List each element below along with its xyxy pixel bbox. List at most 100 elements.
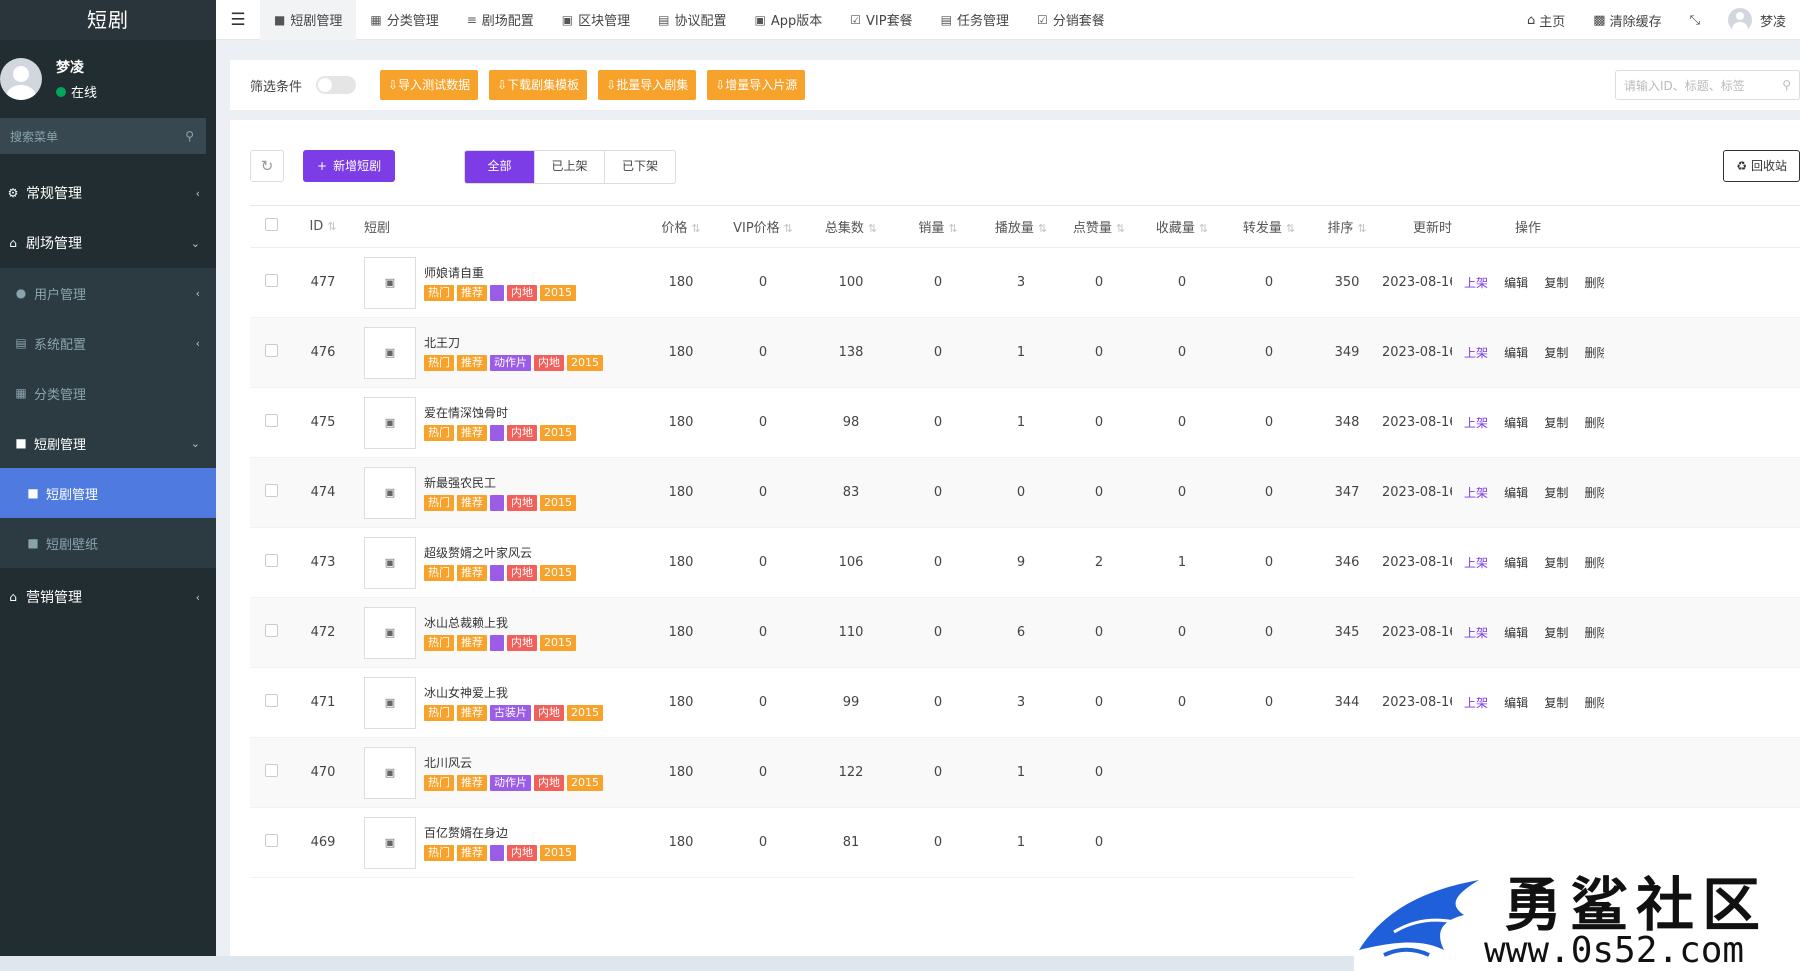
tab-agreement[interactable]: ▤ 协议配置 <box>644 0 740 40</box>
tab-theater-config[interactable]: ≡ 剧场配置 <box>453 0 548 40</box>
delete-button[interactable]: 删除 <box>1584 626 1604 640</box>
list-button[interactable]: 上架 <box>1464 416 1488 430</box>
clear-cache-button[interactable]: ▩ 清除缓存 <box>1579 11 1675 30</box>
sidebar-item-marketing[interactable]: ⌂ 营销管理 ‹ <box>0 572 216 622</box>
select-all-checkbox[interactable] <box>250 218 292 235</box>
tab-listed[interactable]: 已上架 <box>535 151 605 183</box>
menu-toggle-icon[interactable]: ☰ <box>216 10 260 30</box>
col-sales[interactable]: 销量 ⇅ <box>894 217 982 236</box>
cover-image-icon[interactable]: ▣ <box>364 536 416 589</box>
copy-button[interactable]: 复制 <box>1544 696 1568 710</box>
row-checkbox[interactable] <box>250 554 292 571</box>
search-icon[interactable]: ⚲ <box>185 129 194 143</box>
incremental-import-button[interactable]: ⇩增量导入片源 <box>707 70 806 100</box>
cover-image-icon[interactable]: ▣ <box>364 746 416 799</box>
sidebar-item-wallpaper[interactable]: ■ 短剧壁纸 <box>0 518 216 568</box>
row-checkbox[interactable] <box>250 764 292 781</box>
recycle-bin-button[interactable]: ♻ 回收站 <box>1723 150 1800 182</box>
cover-image-icon[interactable]: ▣ <box>364 396 416 449</box>
import-test-data-button[interactable]: ⇩导入测试数据 <box>380 70 479 100</box>
tab-unlisted[interactable]: 已下架 <box>605 151 675 183</box>
col-share[interactable]: 转发量 ⇅ <box>1226 217 1312 236</box>
row-checkbox[interactable] <box>250 694 292 711</box>
row-checkbox[interactable] <box>250 624 292 641</box>
download-template-button[interactable]: ⇩下载剧集模板 <box>489 70 588 100</box>
col-id[interactable]: ID ⇅ <box>292 219 354 234</box>
sidebar-item-theater[interactable]: ⌂ 剧场管理 ⌄ <box>0 218 216 268</box>
copy-button[interactable]: 复制 <box>1544 626 1568 640</box>
col-updated[interactable]: 更新时 <box>1382 217 1452 236</box>
home-link[interactable]: ⌂ 主页 <box>1513 11 1579 30</box>
row-checkbox[interactable] <box>250 274 292 291</box>
tab-all[interactable]: 全部 <box>465 151 535 183</box>
user-menu[interactable]: 梦凌 <box>1714 8 1800 32</box>
sidebar-item-drama-group[interactable]: ■ 短剧管理 ⌄ <box>0 418 216 468</box>
edit-button[interactable]: 编辑 <box>1504 276 1528 290</box>
col-price[interactable]: 价格 ⇅ <box>644 217 718 236</box>
cover-image-icon[interactable]: ▣ <box>364 606 416 659</box>
row-checkbox[interactable] <box>250 344 292 361</box>
col-vip-price[interactable]: VIP价格 ⇅ <box>718 217 808 236</box>
refresh-button[interactable]: ↻ <box>250 150 284 182</box>
cover-image-icon[interactable]: ▣ <box>364 816 416 869</box>
brand-title[interactable]: 短剧 <box>0 0 216 40</box>
copy-button[interactable]: 复制 <box>1544 346 1568 360</box>
tab-distribution[interactable]: ☑ 分销套餐 <box>1023 0 1119 40</box>
fullscreen-icon[interactable]: ⤡ <box>1676 13 1714 28</box>
tab-app-version[interactable]: ▣ App版本 <box>741 0 837 40</box>
edit-button[interactable]: 编辑 <box>1504 696 1528 710</box>
col-total[interactable]: 总集数 ⇅ <box>808 217 894 236</box>
tab-category[interactable]: ▦ 分类管理 <box>356 0 452 40</box>
delete-button[interactable]: 删除 <box>1584 696 1604 710</box>
tag-year: 2015 <box>540 495 576 511</box>
edit-button[interactable]: 编辑 <box>1504 416 1528 430</box>
col-sort[interactable]: 排序 ⇅ <box>1312 217 1382 236</box>
sidebar-search-input[interactable]: 搜索菜单 ⚲ <box>0 118 206 154</box>
sidebar-item-general[interactable]: ⚙ 常规管理 ‹ <box>0 168 216 218</box>
list-button[interactable]: 上架 <box>1464 696 1488 710</box>
sidebar-item-drama[interactable]: ■ 短剧管理 <box>0 468 216 518</box>
list-button[interactable]: 上架 <box>1464 276 1488 290</box>
tab-block[interactable]: ▣ 区块管理 <box>548 0 644 40</box>
cell-fav: 0 <box>1177 275 1187 290</box>
list-button[interactable]: 上架 <box>1464 556 1488 570</box>
copy-button[interactable]: 复制 <box>1544 276 1568 290</box>
delete-button[interactable]: 删除 <box>1584 416 1604 430</box>
edit-button[interactable]: 编辑 <box>1504 556 1528 570</box>
tag-region: 内地 <box>507 635 537 651</box>
sidebar-item-system[interactable]: ▤ 系统配置 ‹ <box>0 318 216 368</box>
add-drama-button[interactable]: + 新增短剧 <box>303 150 396 182</box>
delete-button[interactable]: 删除 <box>1584 346 1604 360</box>
batch-import-button[interactable]: ⇩批量导入剧集 <box>598 70 697 100</box>
tab-task[interactable]: ▤ 任务管理 <box>927 0 1023 40</box>
edit-button[interactable]: 编辑 <box>1504 486 1528 500</box>
edit-button[interactable]: 编辑 <box>1504 626 1528 640</box>
sidebar-item-category[interactable]: ▦ 分类管理 <box>0 368 216 418</box>
cover-image-icon[interactable]: ▣ <box>364 256 416 309</box>
list-button[interactable]: 上架 <box>1464 486 1488 500</box>
col-like[interactable]: 点赞量 ⇅ <box>1060 217 1138 236</box>
cover-image-icon[interactable]: ▣ <box>364 466 416 519</box>
col-fav[interactable]: 收藏量 ⇅ <box>1138 217 1226 236</box>
sidebar-item-users[interactable]: ● 用户管理 ‹ <box>0 268 216 318</box>
delete-button[interactable]: 删除 <box>1584 556 1604 570</box>
cover-image-icon[interactable]: ▣ <box>364 326 416 379</box>
list-button[interactable]: 上架 <box>1464 626 1488 640</box>
row-checkbox[interactable] <box>250 834 292 851</box>
copy-button[interactable]: 复制 <box>1544 486 1568 500</box>
row-checkbox[interactable] <box>250 414 292 431</box>
copy-button[interactable]: 复制 <box>1544 556 1568 570</box>
copy-button[interactable]: 复制 <box>1544 416 1568 430</box>
tab-drama[interactable]: ■ 短剧管理 <box>260 0 357 40</box>
edit-button[interactable]: 编辑 <box>1504 346 1528 360</box>
row-checkbox[interactable] <box>250 484 292 501</box>
delete-button[interactable]: 删除 <box>1584 486 1604 500</box>
list-button[interactable]: 上架 <box>1464 346 1488 360</box>
cover-image-icon[interactable]: ▣ <box>364 676 416 729</box>
filter-toggle[interactable] <box>316 76 357 94</box>
search-input[interactable]: 请输入ID、标题、标签 ⚲ <box>1615 70 1800 100</box>
col-play[interactable]: 播放量 ⇅ <box>982 217 1060 236</box>
delete-button[interactable]: 删除 <box>1584 276 1604 290</box>
cell-fav: 0 <box>1177 695 1187 710</box>
tab-vip[interactable]: ☑ VIP套餐 <box>836 0 926 40</box>
